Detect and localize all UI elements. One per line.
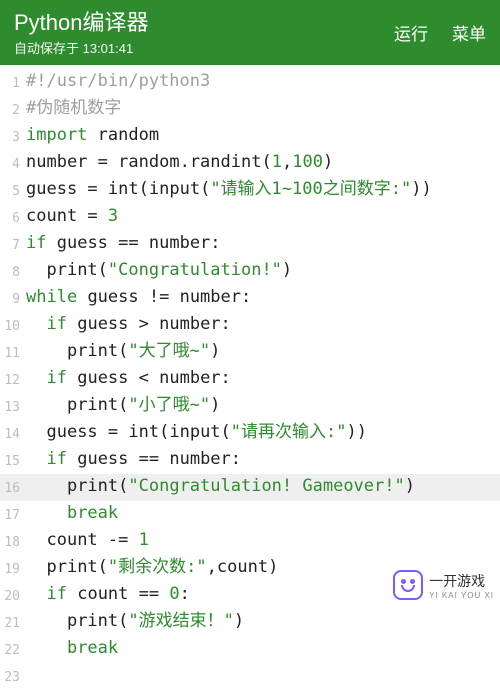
app-header: Python编译器 自动保存于 13:01:41 运行 菜单 bbox=[0, 0, 500, 65]
menu-button[interactable]: 菜单 bbox=[452, 20, 486, 45]
line-number: 10 bbox=[0, 312, 26, 339]
code-line[interactable]: 8 print("Congratulation!") bbox=[0, 258, 500, 285]
code-content[interactable]: #!/usr/bin/python3 bbox=[26, 69, 500, 96]
code-content[interactable]: if guess == number: bbox=[26, 231, 500, 258]
code-line[interactable]: 1#!/usr/bin/python3 bbox=[0, 69, 500, 96]
header-actions: 运行 菜单 bbox=[394, 10, 486, 45]
run-button[interactable]: 运行 bbox=[394, 20, 428, 45]
line-number: 18 bbox=[0, 528, 26, 555]
code-line[interactable]: 10 if guess > number: bbox=[0, 312, 500, 339]
line-number: 1 bbox=[0, 69, 26, 96]
code-line[interactable]: 22 break bbox=[0, 636, 500, 663]
code-line[interactable]: 12 if guess < number: bbox=[0, 366, 500, 393]
code-line[interactable]: 23 bbox=[0, 663, 500, 690]
code-line[interactable]: 7if guess == number: bbox=[0, 231, 500, 258]
line-number: 4 bbox=[0, 150, 26, 177]
code-line[interactable]: 13 print("小了哦~") bbox=[0, 393, 500, 420]
code-line[interactable]: 21 print("游戏结束！") bbox=[0, 609, 500, 636]
code-line[interactable]: 18 count -= 1 bbox=[0, 528, 500, 555]
code-content[interactable]: number = random.randint(1,100) bbox=[26, 150, 500, 177]
code-line[interactable]: 9while guess != number: bbox=[0, 285, 500, 312]
code-line[interactable]: 3import random bbox=[0, 123, 500, 150]
watermark-text: 一开游戏 YI KAI YOU XI bbox=[429, 571, 494, 600]
code-content[interactable]: print("游戏结束！") bbox=[26, 609, 500, 636]
code-content[interactable]: break bbox=[26, 636, 500, 663]
line-number: 15 bbox=[0, 447, 26, 474]
line-number: 9 bbox=[0, 285, 26, 312]
code-content[interactable]: import random bbox=[26, 123, 500, 150]
line-number: 21 bbox=[0, 609, 26, 636]
code-content[interactable]: guess = int(input("请再次输入:")) bbox=[26, 420, 500, 447]
code-content[interactable] bbox=[26, 663, 500, 690]
code-line[interactable]: 16 print("Congratulation! Gameover!") bbox=[0, 474, 500, 501]
code-content[interactable]: if guess > number: bbox=[26, 312, 500, 339]
watermark-main: 一开游戏 bbox=[429, 573, 485, 589]
line-number: 8 bbox=[0, 258, 26, 285]
code-content[interactable]: if guess == number: bbox=[26, 447, 500, 474]
code-line[interactable]: 15 if guess == number: bbox=[0, 447, 500, 474]
line-number: 5 bbox=[0, 177, 26, 204]
code-content[interactable]: guess = int(input("请输入1~100之间数字:")) bbox=[26, 177, 500, 204]
code-line[interactable]: 4number = random.randint(1,100) bbox=[0, 150, 500, 177]
header-left: Python编译器 自动保存于 13:01:41 bbox=[14, 10, 149, 57]
line-number: 23 bbox=[0, 663, 26, 690]
line-number: 12 bbox=[0, 366, 26, 393]
line-number: 19 bbox=[0, 555, 26, 582]
line-number: 11 bbox=[0, 339, 26, 366]
line-number: 16 bbox=[0, 474, 26, 501]
code-content[interactable]: while guess != number: bbox=[26, 285, 500, 312]
line-number: 13 bbox=[0, 393, 26, 420]
code-line[interactable]: 17 break bbox=[0, 501, 500, 528]
code-line[interactable]: 5guess = int(input("请输入1~100之间数字:")) bbox=[0, 177, 500, 204]
code-line[interactable]: 2#伪随机数字 bbox=[0, 96, 500, 123]
line-number: 20 bbox=[0, 582, 26, 609]
line-number: 6 bbox=[0, 204, 26, 231]
code-content[interactable]: if guess < number: bbox=[26, 366, 500, 393]
autosave-status: 自动保存于 13:01:41 bbox=[14, 38, 149, 57]
watermark: 一开游戏 YI KAI YOU XI bbox=[393, 570, 494, 600]
watermark-icon bbox=[393, 570, 423, 600]
code-content[interactable]: print("Congratulation! Gameover!") bbox=[26, 474, 500, 501]
code-line[interactable]: 6count = 3 bbox=[0, 204, 500, 231]
line-number: 22 bbox=[0, 636, 26, 663]
app-title: Python编译器 bbox=[14, 10, 149, 36]
code-content[interactable]: print("小了哦~") bbox=[26, 393, 500, 420]
code-content[interactable]: count -= 1 bbox=[26, 528, 500, 555]
code-content[interactable]: #伪随机数字 bbox=[26, 96, 500, 123]
code-line[interactable]: 14 guess = int(input("请再次输入:")) bbox=[0, 420, 500, 447]
code-content[interactable]: count = 3 bbox=[26, 204, 500, 231]
code-content[interactable]: print("Congratulation!") bbox=[26, 258, 500, 285]
line-number: 17 bbox=[0, 501, 26, 528]
line-number: 2 bbox=[0, 96, 26, 123]
line-number: 7 bbox=[0, 231, 26, 258]
code-line[interactable]: 11 print("大了哦~") bbox=[0, 339, 500, 366]
watermark-sub: YI KAI YOU XI bbox=[429, 591, 494, 600]
line-number: 14 bbox=[0, 420, 26, 447]
line-number: 3 bbox=[0, 123, 26, 150]
code-content[interactable]: break bbox=[26, 501, 500, 528]
code-content[interactable]: print("大了哦~") bbox=[26, 339, 500, 366]
